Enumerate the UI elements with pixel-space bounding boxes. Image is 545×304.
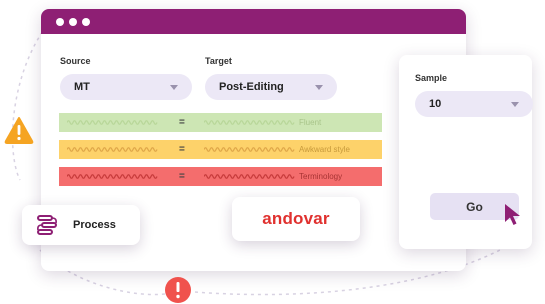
comparison-row-fluent: = Fluent	[59, 113, 382, 132]
chevron-down-icon	[511, 101, 519, 107]
warning-icon	[4, 117, 34, 144]
brand-logo: andovar	[262, 209, 330, 228]
alert-icon	[165, 277, 191, 303]
equals-sign: =	[179, 117, 185, 128]
sample-select[interactable]: 10	[415, 91, 533, 117]
source-select[interactable]: MT	[60, 74, 192, 100]
target-select[interactable]: Post-Editing	[205, 74, 337, 100]
process-flow-icon	[37, 215, 57, 235]
result-label: Terminology	[299, 172, 343, 181]
process-label: Process	[73, 219, 116, 231]
squiggle-source-icon	[67, 147, 158, 152]
squiggle-target-icon	[204, 147, 295, 152]
squiggle-target-icon	[204, 174, 295, 179]
brand-card: andovar	[232, 197, 360, 241]
source-label: Source	[60, 56, 91, 66]
target-label: Target	[205, 56, 232, 66]
source-value: MT	[74, 81, 90, 93]
window-titlebar	[41, 9, 466, 34]
squiggle-source-icon	[67, 174, 158, 179]
equals-sign: =	[179, 171, 185, 182]
sample-label: Sample	[415, 73, 448, 83]
result-label: Awkward style	[299, 145, 350, 154]
target-value: Post-Editing	[219, 81, 284, 93]
sample-panel: Sample 10 Go	[399, 55, 533, 249]
window-dot-icon[interactable]	[69, 18, 77, 26]
result-label: Fluent	[299, 118, 322, 127]
stage: Source MT Target Post-Editing = Fluent =…	[0, 0, 545, 304]
equals-sign: =	[179, 144, 185, 155]
comparison-row-awkward: = Awkward style	[59, 140, 382, 159]
cursor-pointer-icon	[505, 204, 520, 225]
chevron-down-icon	[170, 84, 178, 90]
process-card[interactable]: Process	[22, 205, 140, 245]
sample-value: 10	[429, 98, 442, 110]
window-controls	[56, 18, 90, 26]
window-dot-icon[interactable]	[82, 18, 90, 26]
squiggle-source-icon	[67, 120, 158, 125]
squiggle-target-icon	[204, 120, 295, 125]
comparison-row-terminology: = Terminology	[59, 167, 382, 186]
chevron-down-icon	[315, 84, 323, 90]
window-dot-icon[interactable]	[56, 18, 64, 26]
